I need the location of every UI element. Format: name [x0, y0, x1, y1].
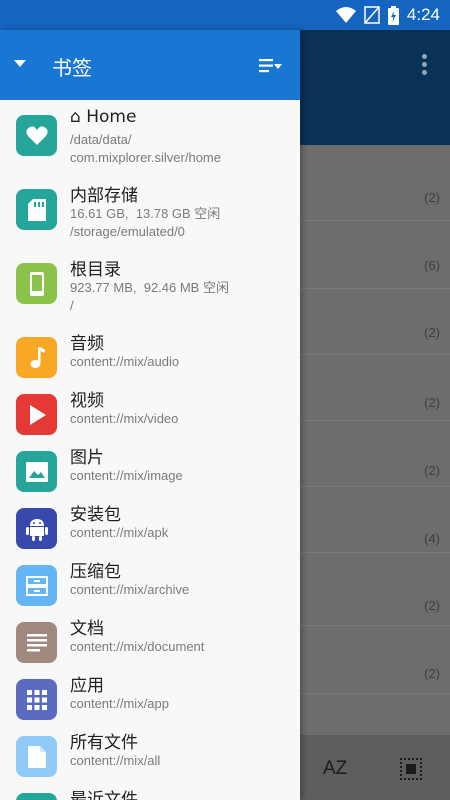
drawer-title: 书签 [52, 56, 92, 80]
list-divider [300, 552, 450, 553]
list-divider [300, 420, 450, 421]
bookmark-path: content://mix/video [70, 411, 179, 426]
bookmark-item[interactable]: 最近文件 [0, 778, 300, 800]
bookmark-item[interactable]: 内部存储 16.61 GB, 13.78 GB 空闲 /storage/emula… [0, 174, 300, 248]
battery-charging-icon [387, 5, 399, 25]
recent-icon [16, 793, 57, 800]
sd-card-icon [16, 189, 57, 230]
bookmark-path: content://mix/audio [70, 354, 180, 369]
image-icon [16, 451, 57, 492]
bookmark-name: ⌂ Home [70, 107, 137, 127]
document-icon [16, 622, 57, 663]
list-divider [300, 220, 450, 221]
bookmark-name: 最近文件 [70, 790, 138, 800]
bookmark-item[interactable]: 文档 content://mix/document [0, 607, 300, 664]
bookmark-item[interactable]: 视频 content://mix/video [0, 379, 300, 436]
bookmark-item[interactable]: 压缩包 content://mix/archive [0, 550, 300, 607]
list-divider [300, 486, 450, 487]
folder-count: (2) [424, 598, 440, 613]
wifi-icon [335, 7, 356, 23]
list-divider [300, 288, 450, 289]
sort-filter-icon[interactable] [259, 56, 283, 76]
more-vert-icon[interactable] [422, 54, 428, 78]
folder-count: (2) [424, 395, 440, 410]
bookmark-path: /data/data/ com.mixplorer.silver/home [70, 132, 221, 165]
bookmark-item[interactable]: 音频 content://mix/audio [0, 322, 300, 379]
bookmark-item[interactable]: 根目录 923.77 MB, 92.46 MB 空闲 / [0, 248, 300, 322]
folder-count: (2) [424, 463, 440, 478]
status-bar: 4:24 [0, 0, 450, 30]
bookmark-name: 视频 [70, 391, 104, 411]
bookmark-path: content://mix/apk [70, 525, 169, 540]
bookmark-name: 根目录 [70, 260, 121, 280]
bookmark-list: ⌂ Home/data/data/ com.mixplorer.silver/h… [0, 100, 300, 800]
folder-count: (2) [424, 666, 440, 681]
music-note-icon [16, 337, 57, 378]
bookmark-name: 应用 [70, 676, 104, 696]
apps-grid-icon [16, 679, 57, 720]
folder-count: (4) [424, 531, 440, 546]
heart-icon [16, 115, 57, 156]
no-signal-icon [364, 6, 380, 24]
bookmark-item[interactable]: 所有文件 content://mix/all [0, 721, 300, 778]
list-divider [300, 625, 450, 626]
bookmark-item[interactable]: 应用 content://mix/app [0, 664, 300, 721]
bookmark-item[interactable]: ⌂ Home/data/data/ com.mixplorer.silver/h… [0, 100, 300, 174]
bookmark-path: 16.61 GB, 13.78 GB 空闲 /storage/emulated/… [70, 206, 221, 239]
bookmark-name: 内部存储 [70, 186, 138, 206]
bookmark-path: 923.77 MB, 92.46 MB 空闲 / [70, 280, 229, 313]
bookmark-path: content://mix/document [70, 639, 205, 654]
folder-count: (2) [424, 190, 440, 205]
expand-arrow-icon[interactable] [14, 60, 26, 67]
bookmark-path: content://mix/image [70, 468, 183, 483]
folder-count: (6) [424, 258, 440, 273]
list-divider [300, 693, 450, 694]
bookmark-name: 压缩包 [70, 562, 121, 582]
status-time: 4:24 [406, 5, 440, 24]
phone-icon [16, 263, 57, 304]
bookmark-name: 安装包 [70, 505, 121, 525]
bookmark-path: content://mix/all [70, 753, 161, 768]
play-icon [16, 394, 57, 435]
android-icon [16, 508, 57, 549]
list-divider [300, 354, 450, 355]
status-icons: 4:24 [335, 0, 440, 30]
drawer-header: 书签 [0, 30, 300, 100]
file-icon [16, 736, 57, 777]
folder-count: (2) [424, 325, 440, 340]
archive-icon [16, 565, 57, 606]
bookmarks-drawer: 书签 ⌂ Home/data/data/ com.mixplorer.silve… [0, 30, 300, 800]
bookmark-path: content://mix/archive [70, 582, 190, 597]
bookmark-name: 音频 [70, 334, 104, 354]
bookmark-item[interactable]: 图片 content://mix/image [0, 436, 300, 493]
bookmark-name: 图片 [70, 448, 104, 468]
bookmark-path: content://mix/app [70, 696, 169, 711]
select-all-icon[interactable] [400, 758, 422, 780]
bookmark-name: 文档 [70, 619, 104, 639]
sort-az-button[interactable]: AZ [323, 758, 347, 780]
bookmark-name: 所有文件 [70, 733, 138, 753]
bookmark-item[interactable]: 安装包 content://mix/apk [0, 493, 300, 550]
